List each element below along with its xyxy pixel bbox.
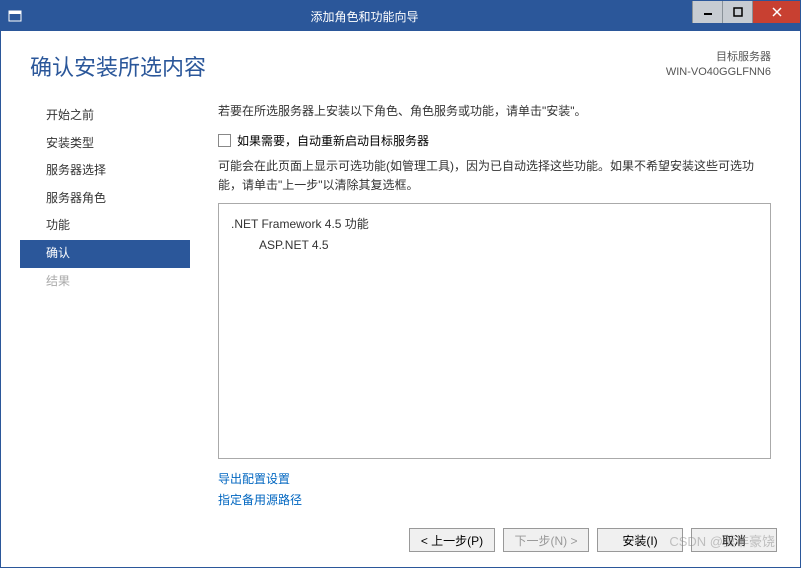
sidebar-item-features[interactable]: 功能 <box>20 212 190 240</box>
intro-text: 若要在所选服务器上安装以下角色、角色服务或功能，请单击"安装"。 <box>218 102 771 120</box>
minimize-button[interactable] <box>692 1 722 23</box>
titlebar: 添加角色和功能向导 <box>1 1 800 31</box>
cancel-button[interactable]: 取消 <box>691 528 777 552</box>
sidebar-item-results: 结果 <box>20 268 190 296</box>
next-button: 下一步(N) > <box>503 528 589 552</box>
links: 导出配置设置 指定备用源路径 <box>218 459 771 516</box>
optional-features-note: 可能会在此页面上显示可选功能(如管理工具)，因为已自动选择这些功能。如果不希望安… <box>218 157 771 195</box>
auto-restart-label: 如果需要，自动重新启动目标服务器 <box>237 132 429 149</box>
feature-item: .NET Framework 4.5 功能 <box>231 214 758 234</box>
main: 开始之前 安装类型 服务器选择 服务器角色 功能 确认 结果 若要在所选服务器上… <box>2 96 799 516</box>
sidebar-item-server-select[interactable]: 服务器选择 <box>20 157 190 185</box>
feature-list: .NET Framework 4.5 功能 ASP.NET 4.5 <box>218 203 771 459</box>
export-config-link[interactable]: 导出配置设置 <box>218 469 771 489</box>
auto-restart-checkbox[interactable] <box>218 134 231 147</box>
auto-restart-row: 如果需要，自动重新启动目标服务器 <box>218 132 771 149</box>
target-server-info: 目标服务器 WIN-VO40GGLFNN6 <box>666 50 771 81</box>
feature-item: ASP.NET 4.5 <box>231 235 758 255</box>
previous-button[interactable]: < 上一步(P) <box>409 528 495 552</box>
sidebar-item-install-type[interactable]: 安装类型 <box>20 130 190 158</box>
sidebar-item-server-roles[interactable]: 服务器角色 <box>20 185 190 213</box>
page-title: 确认安装所选内容 <box>30 50 666 82</box>
panel: 若要在所选服务器上安装以下角色、角色服务或功能，请单击"安装"。 如果需要，自动… <box>190 96 799 516</box>
button-row: < 上一步(P) 下一步(N) > 安装(I) 取消 CSDN @莫非豪饶 <box>2 516 799 566</box>
target-server-name: WIN-VO40GGLFNN6 <box>666 65 771 80</box>
install-button[interactable]: 安装(I) <box>597 528 683 552</box>
app-icon <box>1 9 29 23</box>
close-button[interactable] <box>752 1 800 23</box>
window-title: 添加角色和功能向导 <box>29 8 800 25</box>
sidebar-item-before-begin[interactable]: 开始之前 <box>20 102 190 130</box>
sidebar-item-confirm[interactable]: 确认 <box>20 240 190 268</box>
maximize-button[interactable] <box>722 1 752 23</box>
alt-source-link[interactable]: 指定备用源路径 <box>218 490 771 510</box>
header: 确认安装所选内容 目标服务器 WIN-VO40GGLFNN6 <box>2 32 799 96</box>
content-area: 确认安装所选内容 目标服务器 WIN-VO40GGLFNN6 开始之前 安装类型… <box>1 31 800 567</box>
window-controls <box>692 1 800 23</box>
sidebar: 开始之前 安装类型 服务器选择 服务器角色 功能 确认 结果 <box>20 96 190 516</box>
target-server-label: 目标服务器 <box>666 50 771 65</box>
